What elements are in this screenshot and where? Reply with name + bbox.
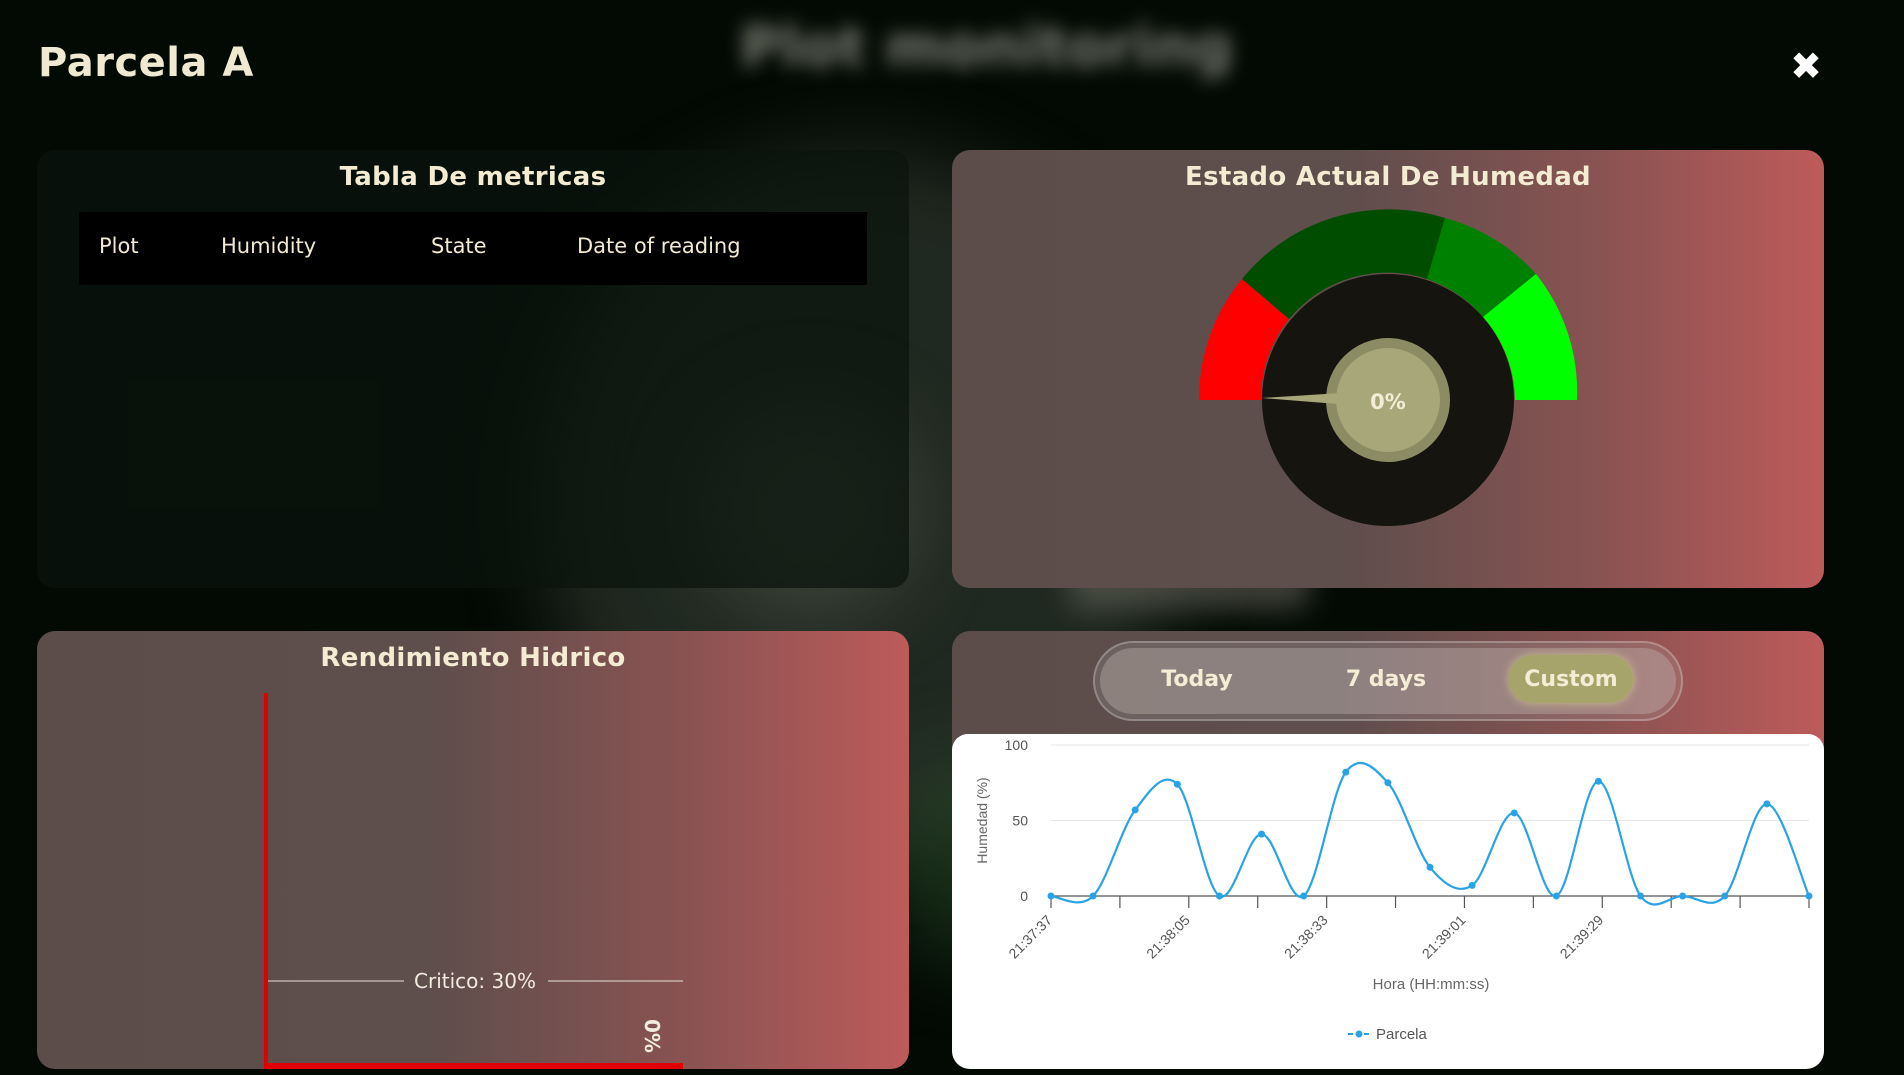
humidity-line-chart-container: 0 50 100 21:37:37 21:38:05 21:38:33 21:39:01 21…: [952, 734, 1824, 1069]
series-line-parcela: [1050, 761, 1811, 906]
data-point: [1342, 768, 1350, 776]
x-tick-label: 21:39:01: [1419, 912, 1469, 962]
data-point: [1300, 892, 1308, 900]
time-range-toggle: Today 7 days Custom: [1093, 641, 1683, 721]
data-point: [1426, 863, 1434, 871]
data-point: [1131, 806, 1139, 814]
backdrop-title: Plot monitoring: [740, 15, 1233, 80]
x-tick-label: 21:38:33: [1281, 912, 1331, 962]
data-point: [1047, 892, 1055, 900]
close-icon[interactable]: ✖: [1789, 46, 1823, 86]
humidity-gauge-panel: Estado Actual De Humedad 0%: [952, 150, 1824, 588]
x-tick-label: 21:39:29: [1557, 912, 1607, 962]
y-tick-label: 0: [1020, 888, 1028, 904]
modal-title: Parcela A: [38, 40, 254, 86]
data-point: [1679, 892, 1687, 900]
humidity-gauge: 0%: [1198, 209, 1578, 526]
data-point: [1805, 892, 1813, 900]
metrics-table-header: Plot Humidity State Date of reading: [79, 212, 867, 285]
data-point: [1552, 892, 1560, 900]
data-point: [1637, 892, 1645, 900]
x-tick-label: 21:37:37: [1005, 912, 1055, 962]
water-yield-panel: Rendimiento Hidrico Critico: 30% 0%: [37, 631, 909, 1069]
metrics-panel: Tabla De metricas Plot Humidity State Da…: [37, 150, 909, 588]
data-point: [1763, 800, 1771, 808]
metrics-panel-title: Tabla De metricas: [339, 162, 607, 192]
legend-marker: [1355, 1030, 1363, 1038]
column-header-date: Date of reading: [577, 234, 741, 258]
x-tick-label: 21:38:05: [1143, 912, 1193, 962]
humidity-history-panel: Today 7 days Custom 0 50 100 21:37:37 21:38:…: [952, 631, 1824, 1069]
data-point: [1468, 881, 1476, 889]
data-point: [1594, 777, 1602, 785]
column-header-state: State: [431, 234, 487, 258]
yield-bar-label: 0%: [640, 1019, 664, 1053]
y-tick-label: 50: [1012, 813, 1028, 829]
gauge-value-label: 0%: [1370, 390, 1406, 414]
legend-label: Parcela: [1376, 1026, 1428, 1043]
data-point: [1721, 892, 1729, 900]
data-point: [1510, 809, 1518, 817]
tab-7-days[interactable]: 7 days: [1324, 655, 1448, 703]
data-point: [1173, 780, 1181, 788]
tab-today[interactable]: Today: [1135, 655, 1259, 703]
tab-custom[interactable]: Custom: [1509, 655, 1633, 703]
column-header-humidity: Humidity: [221, 234, 317, 258]
critical-threshold-label: Critico: 30%: [414, 969, 536, 993]
data-point: [1384, 779, 1392, 787]
y-tick-label: 100: [1005, 737, 1029, 753]
x-axis-title: Hora (HH:mm:ss): [1373, 976, 1490, 993]
data-point: [1215, 892, 1223, 900]
water-yield-chart: Critico: 30% 0%: [264, 693, 683, 1069]
data-point: [1258, 830, 1266, 838]
y-axis-title: Humedad (%): [974, 777, 990, 863]
column-header-plot: Plot: [99, 234, 139, 258]
data-point: [1089, 892, 1097, 900]
humidity-line-chart: 0 50 100 21:37:37 21:38:05 21:38:33 21:39:01 21…: [974, 737, 1813, 1043]
